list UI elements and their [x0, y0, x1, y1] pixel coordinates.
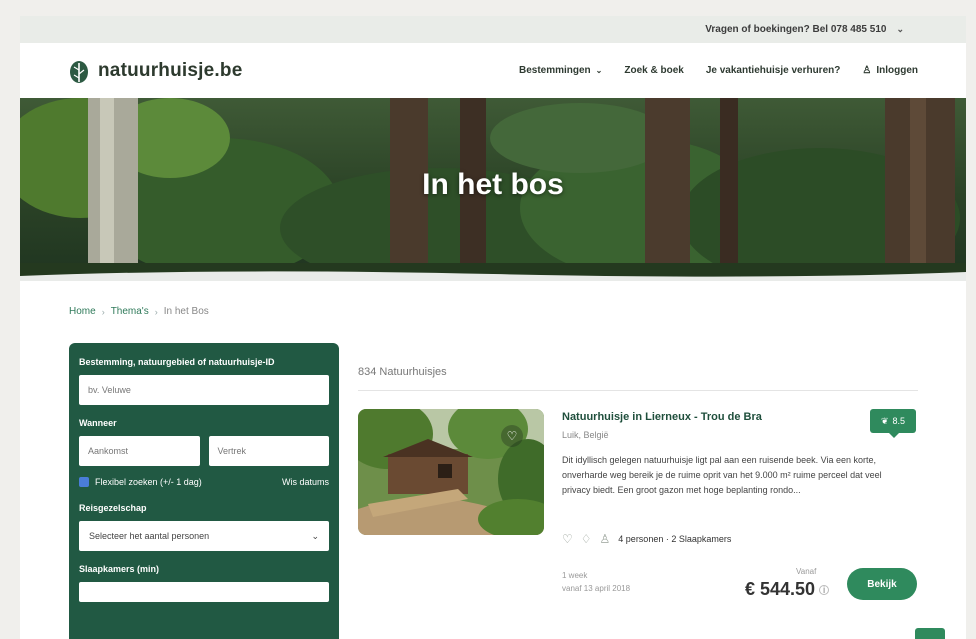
- info-icon[interactable]: i: [819, 584, 830, 595]
- rating-value: 8.5: [892, 416, 906, 426]
- rating-badge: ❦ 8.5: [870, 409, 916, 438]
- breadcrumb-current: In het Bos: [163, 306, 209, 317]
- nav-login-label: Inloggen: [876, 65, 918, 76]
- when-label: Wanneer: [79, 418, 117, 428]
- main-nav: Bestemmingen ⌄ Zoek & boek Je vakantiehu…: [519, 65, 918, 76]
- flexible-checkbox[interactable]: [79, 477, 89, 487]
- heart-icon[interactable]: ♡: [501, 425, 523, 447]
- destination-label: Bestemming, natuurgebied of natuurhuisje…: [79, 357, 275, 367]
- nav-rent-out[interactable]: Je vakantiehuisje verhuren?: [706, 65, 841, 76]
- price: € 544.50 i: [745, 579, 830, 600]
- stay-date: vanaf 13 april 2018: [562, 584, 631, 593]
- flexible-row: Flexibel zoeken (+/- 1 dag) Wis datums: [79, 477, 329, 487]
- chevron-down-icon: ⌄: [311, 530, 319, 541]
- leaf-logo-icon: [70, 60, 88, 83]
- nature-icon: ♢: [580, 532, 592, 546]
- site-header: natuurhuisje.be Bestemmingen ⌄ Zoek & bo…: [20, 43, 966, 98]
- clear-dates-link[interactable]: Wis datums: [282, 477, 329, 487]
- party-select[interactable]: Selecteer het aantal personen ⌄: [79, 521, 329, 551]
- breadcrumb-themes[interactable]: Thema's: [111, 306, 149, 317]
- nav-search[interactable]: Zoek & boek: [624, 65, 683, 76]
- chevron-down-icon[interactable]: ⌄: [896, 24, 904, 35]
- destination-input[interactable]: bv. Veluwe: [79, 375, 329, 405]
- person-icon: ♙: [599, 532, 611, 546]
- contact-link[interactable]: Vragen of boekingen? Bel 078 485 510: [705, 24, 886, 35]
- stay-dates: 1 week vanaf 13 april 2018: [562, 569, 630, 595]
- stay-duration: 1 week: [562, 571, 588, 580]
- from-label: Vanaf: [796, 567, 817, 576]
- breadcrumb: Home › Thema's › In het Bos: [69, 306, 209, 317]
- listing-location: Luik, België: [562, 430, 609, 440]
- nav-destinations-label: Bestemmingen: [518, 65, 591, 76]
- leaf-icon: ❦: [880, 415, 889, 426]
- capacity-text: 4 personen · 2 Slaapkamers: [618, 534, 732, 544]
- chevron-down-icon: ⌄: [595, 66, 603, 75]
- breadcrumb-separator: ›: [154, 306, 158, 317]
- bedrooms-select[interactable]: [79, 582, 329, 602]
- listing-card[interactable]: ♡ Natuurhuisje in Lierneux - Trou de Bra…: [358, 409, 918, 614]
- listing-title[interactable]: Natuurhuisje in Lierneux - Trou de Bra: [562, 411, 762, 423]
- price-value: € 544.50: [745, 579, 816, 599]
- date-row: Aankomst Vertrek: [79, 436, 329, 466]
- flexible-label: Flexibel zoeken (+/- 1 dag): [95, 477, 202, 487]
- divider: [358, 390, 918, 391]
- amenities-row: ♡ ♢ ♙ 4 personen · 2 Slaapkamers: [562, 532, 731, 546]
- nav-rent-out-label: Je vakantiehuisje verhuren?: [705, 65, 841, 76]
- search-filters-panel: Bestemming, natuurgebied of natuurhuisje…: [69, 343, 339, 639]
- party-select-value: Selecteer het aantal personen: [89, 531, 210, 541]
- party-label: Reisgezelschap: [79, 503, 147, 513]
- breadcrumb-home[interactable]: Home: [69, 306, 96, 317]
- hero-title: In het bos: [422, 168, 564, 201]
- logo-text: natuurhuisje.be: [98, 59, 243, 81]
- next-rating-badge: [915, 628, 945, 639]
- top-bar: Vragen of boekingen? Bel 078 485 510 ⌄: [20, 16, 966, 43]
- listing-photo[interactable]: ♡: [358, 409, 544, 535]
- page: Vragen of boekingen? Bel 078 485 510 ⌄ n…: [20, 16, 966, 639]
- breadcrumb-separator: ›: [101, 306, 105, 317]
- listing-description: Dit idyllisch gelegen natuurhuisje ligt …: [562, 455, 882, 495]
- departure-input[interactable]: Vertrek: [208, 436, 329, 466]
- arrival-input[interactable]: Aankomst: [79, 436, 200, 466]
- nav-search-label: Zoek & boek: [624, 65, 684, 76]
- pet-icon: ♡: [562, 532, 573, 546]
- bedrooms-label: Slaapkamers (min): [79, 564, 160, 574]
- nav-login[interactable]: ♙ Inloggen: [862, 65, 918, 76]
- user-icon: ♙: [862, 65, 872, 76]
- nav-destinations[interactable]: Bestemmingen ⌄: [519, 65, 602, 76]
- view-button[interactable]: Bekijk: [847, 568, 917, 600]
- results-count: 834 Natuurhuisjes: [358, 366, 447, 378]
- hero-banner: In het bos: [20, 98, 966, 281]
- logo[interactable]: natuurhuisje.be: [68, 58, 242, 84]
